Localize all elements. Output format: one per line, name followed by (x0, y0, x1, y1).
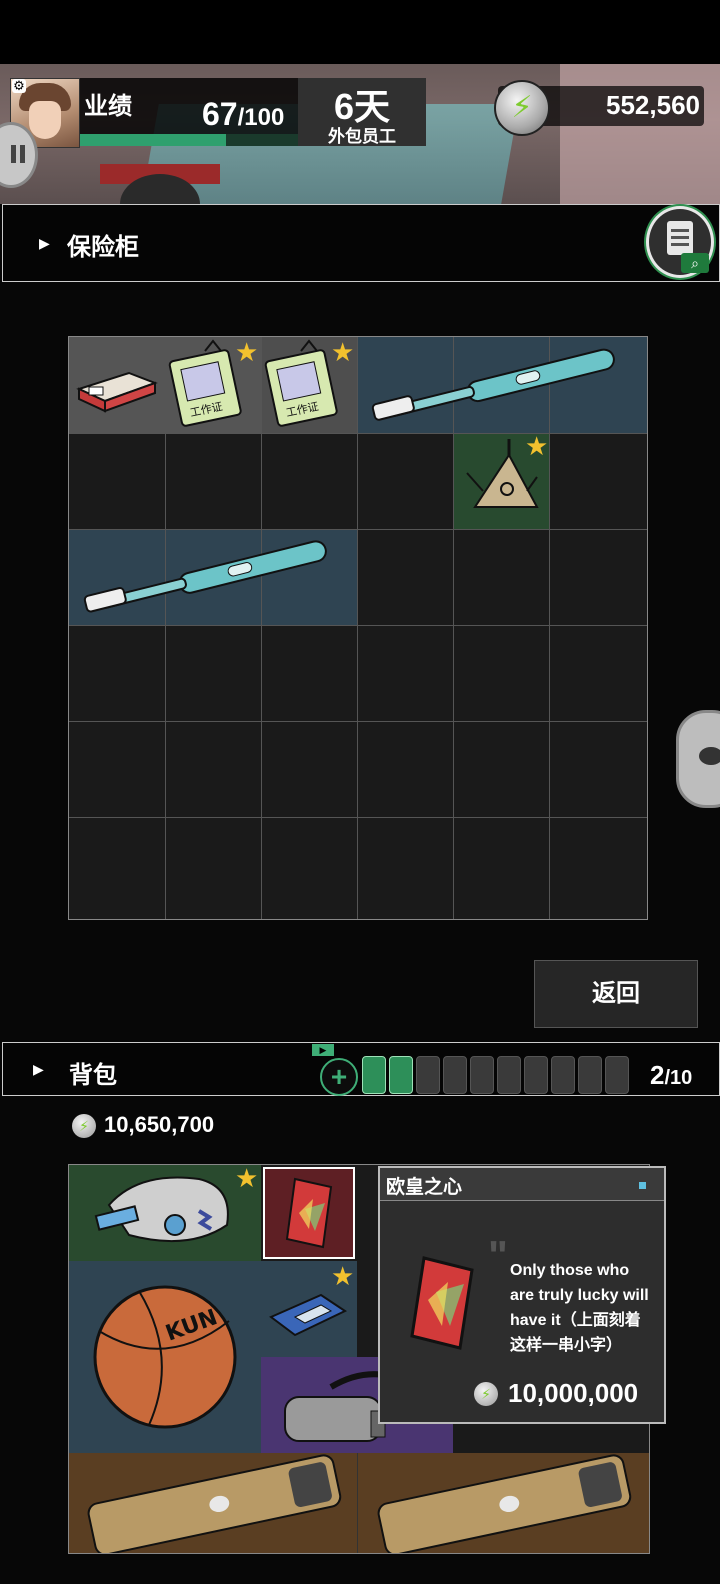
star-icon: ★ (235, 1163, 259, 1193)
backpack-capacity: 2/10 (650, 1060, 693, 1090)
chat-button[interactable] (676, 710, 720, 808)
search-icon: ⌕ (681, 253, 709, 273)
cigarette-pack-item[interactable] (69, 337, 165, 433)
quote-mark-icon: " (488, 1232, 508, 1279)
electric-toothbrush-item[interactable] (69, 529, 357, 625)
battery-icon (605, 1056, 629, 1094)
star-icon: ★ (235, 337, 259, 367)
battery-icon (443, 1056, 467, 1094)
electric-toothbrush-item[interactable] (357, 337, 647, 433)
rarity-dot (639, 1182, 646, 1189)
clipboard-search-icon (667, 221, 693, 255)
item-tooltip: 欧皇之心 " Only those who are truly lucky wi… (378, 1166, 666, 1424)
tooltip-description: Only those who are truly lucky will have… (510, 1262, 649, 1354)
back-button[interactable]: 返回 (534, 960, 698, 1028)
collapse-triangle-icon[interactable]: ▶ (39, 235, 50, 252)
collapse-triangle-icon[interactable]: ▶ (33, 1061, 44, 1078)
battery-icon (578, 1056, 602, 1094)
star-icon: ★ (331, 337, 355, 367)
backpack-title: 背包 (69, 1062, 117, 1089)
performance-value: 67/100 (202, 96, 285, 132)
safe-header: ▶ 保险柜 (2, 204, 720, 282)
star-icon: ★ (331, 1261, 355, 1291)
battery-icon (524, 1056, 548, 1094)
settings-gear-icon[interactable]: ⚙ (12, 79, 26, 93)
lightning-coin-icon: ⚡ (494, 80, 550, 136)
star-icon: ★ (525, 431, 549, 461)
coin-balance: 552,560 (606, 90, 700, 120)
backpack-money: 10,650,700 (104, 1112, 215, 1137)
lucky-heart-gem-icon (410, 1256, 474, 1350)
battery-icon (551, 1056, 575, 1094)
battery-icon (362, 1056, 386, 1094)
smartphone-item[interactable] (359, 1453, 649, 1553)
add-capacity-button[interactable]: + (320, 1058, 358, 1096)
helmet-item[interactable] (69, 1165, 261, 1261)
video-ad-tag-icon: ▶ (312, 1044, 334, 1056)
battery-icon (470, 1056, 494, 1094)
chat-icon (699, 747, 720, 765)
battery-icon (497, 1056, 521, 1094)
basketball-item[interactable]: KUN (69, 1261, 261, 1453)
status-bar (0, 0, 720, 64)
player-role: 外包员工 (328, 127, 396, 146)
lightning-coin-icon: ⚡ (474, 1382, 498, 1406)
performance-label: 业绩 (84, 93, 132, 120)
lightning-coin-icon: ⚡ (72, 1114, 96, 1138)
safe-grid[interactable]: 工作证 ★ 工作证 ★ ★ (68, 336, 648, 920)
safe-title: 保险柜 (67, 234, 139, 261)
performance-progress-bar (80, 134, 298, 146)
smartphone-item[interactable] (69, 1453, 359, 1553)
battery-icon (389, 1056, 413, 1094)
pause-icon (11, 145, 16, 163)
clipboard-search-button[interactable]: ⌕ (646, 206, 714, 278)
battery-icon (416, 1056, 440, 1094)
tooltip-item-name: 欧皇之心 (386, 1177, 463, 1198)
lucky-heart-gem-item[interactable] (265, 1169, 353, 1257)
tooltip-price: 10,000,000 (508, 1378, 639, 1408)
